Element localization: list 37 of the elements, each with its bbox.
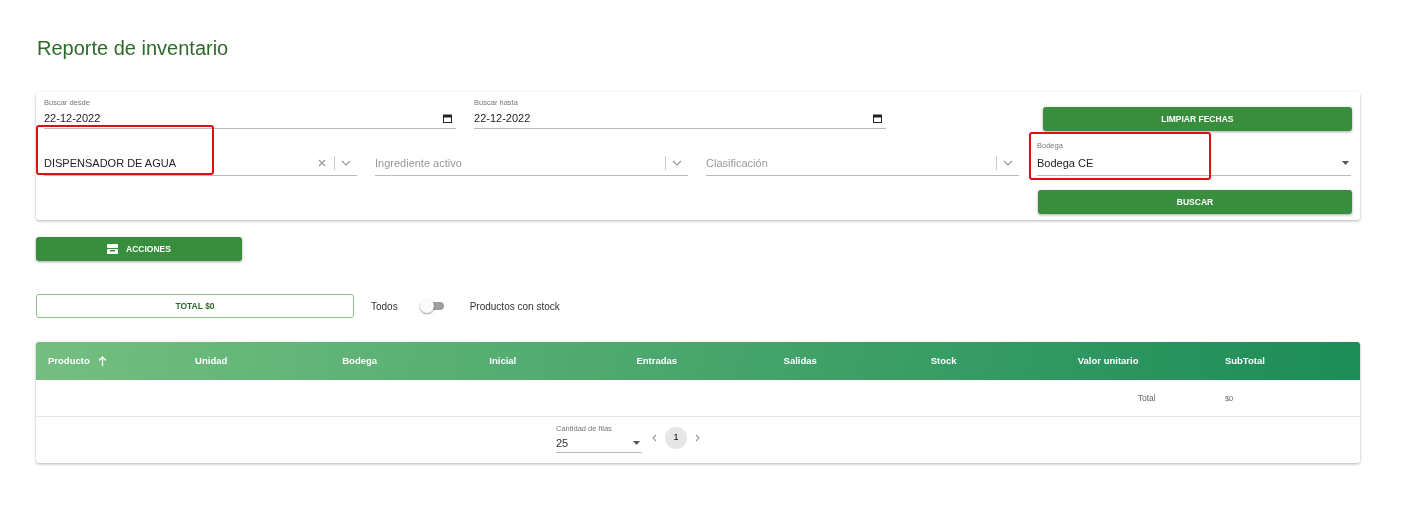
column-header[interactable]: Entradas bbox=[636, 353, 678, 369]
chevron-icon[interactable] bbox=[1003, 160, 1013, 166]
chevron-icon[interactable] bbox=[341, 160, 351, 166]
stock-toggle[interactable] bbox=[419, 300, 446, 312]
column-header[interactable]: Bodega bbox=[342, 353, 378, 369]
column-header[interactable]: SubTotal bbox=[1224, 353, 1265, 369]
tray-icon bbox=[107, 244, 119, 254]
calendar-icon[interactable] bbox=[873, 113, 883, 123]
total-button[interactable]: TOTAL $0 bbox=[36, 294, 354, 318]
next-page-icon[interactable] bbox=[695, 434, 700, 442]
select-field[interactable]: Bodega CE bbox=[1037, 153, 1342, 173]
previous-page-icon[interactable] bbox=[652, 434, 657, 442]
toggle-label: Todos bbox=[371, 299, 398, 314]
clear-icon[interactable] bbox=[318, 159, 327, 167]
combo-field[interactable]: Ingrediente activo bbox=[375, 153, 666, 173]
date-field[interactable]: 22-12-2022 bbox=[474, 108, 538, 128]
column-header[interactable]: Inicial bbox=[489, 353, 517, 369]
combo-field[interactable]: DISPENSADOR DE AGUA bbox=[44, 153, 319, 173]
actions-button[interactable]: ACCIONES bbox=[36, 237, 242, 261]
column-header[interactable]: Unidad bbox=[195, 353, 228, 369]
toggle-label: Productos con stock bbox=[469, 299, 560, 314]
calendar-icon[interactable] bbox=[443, 113, 453, 123]
column-header[interactable]: Salidas bbox=[783, 353, 817, 369]
dropdown-icon[interactable] bbox=[1342, 161, 1349, 165]
clear-dates-button[interactable]: LIMPIAR FECHAS bbox=[1042, 107, 1352, 131]
page-button[interactable]: 1 bbox=[665, 427, 687, 449]
search-button[interactable]: BUSCAR bbox=[1038, 190, 1352, 214]
total-label: Total bbox=[1137, 392, 1156, 403]
sort-arrow-icon[interactable] bbox=[97, 356, 107, 366]
column-header[interactable]: Stock bbox=[930, 353, 957, 369]
date-field[interactable]: 22-12-2022 bbox=[44, 108, 108, 128]
column-header[interactable]: Producto bbox=[48, 353, 90, 369]
dropdown-icon[interactable] bbox=[633, 441, 640, 445]
chevron-icon[interactable] bbox=[672, 160, 682, 166]
combo-field[interactable]: Clasificación bbox=[706, 153, 997, 173]
page-title: Reporte de inventario bbox=[37, 36, 230, 60]
column-header[interactable]: Valor unitario bbox=[1077, 353, 1139, 369]
